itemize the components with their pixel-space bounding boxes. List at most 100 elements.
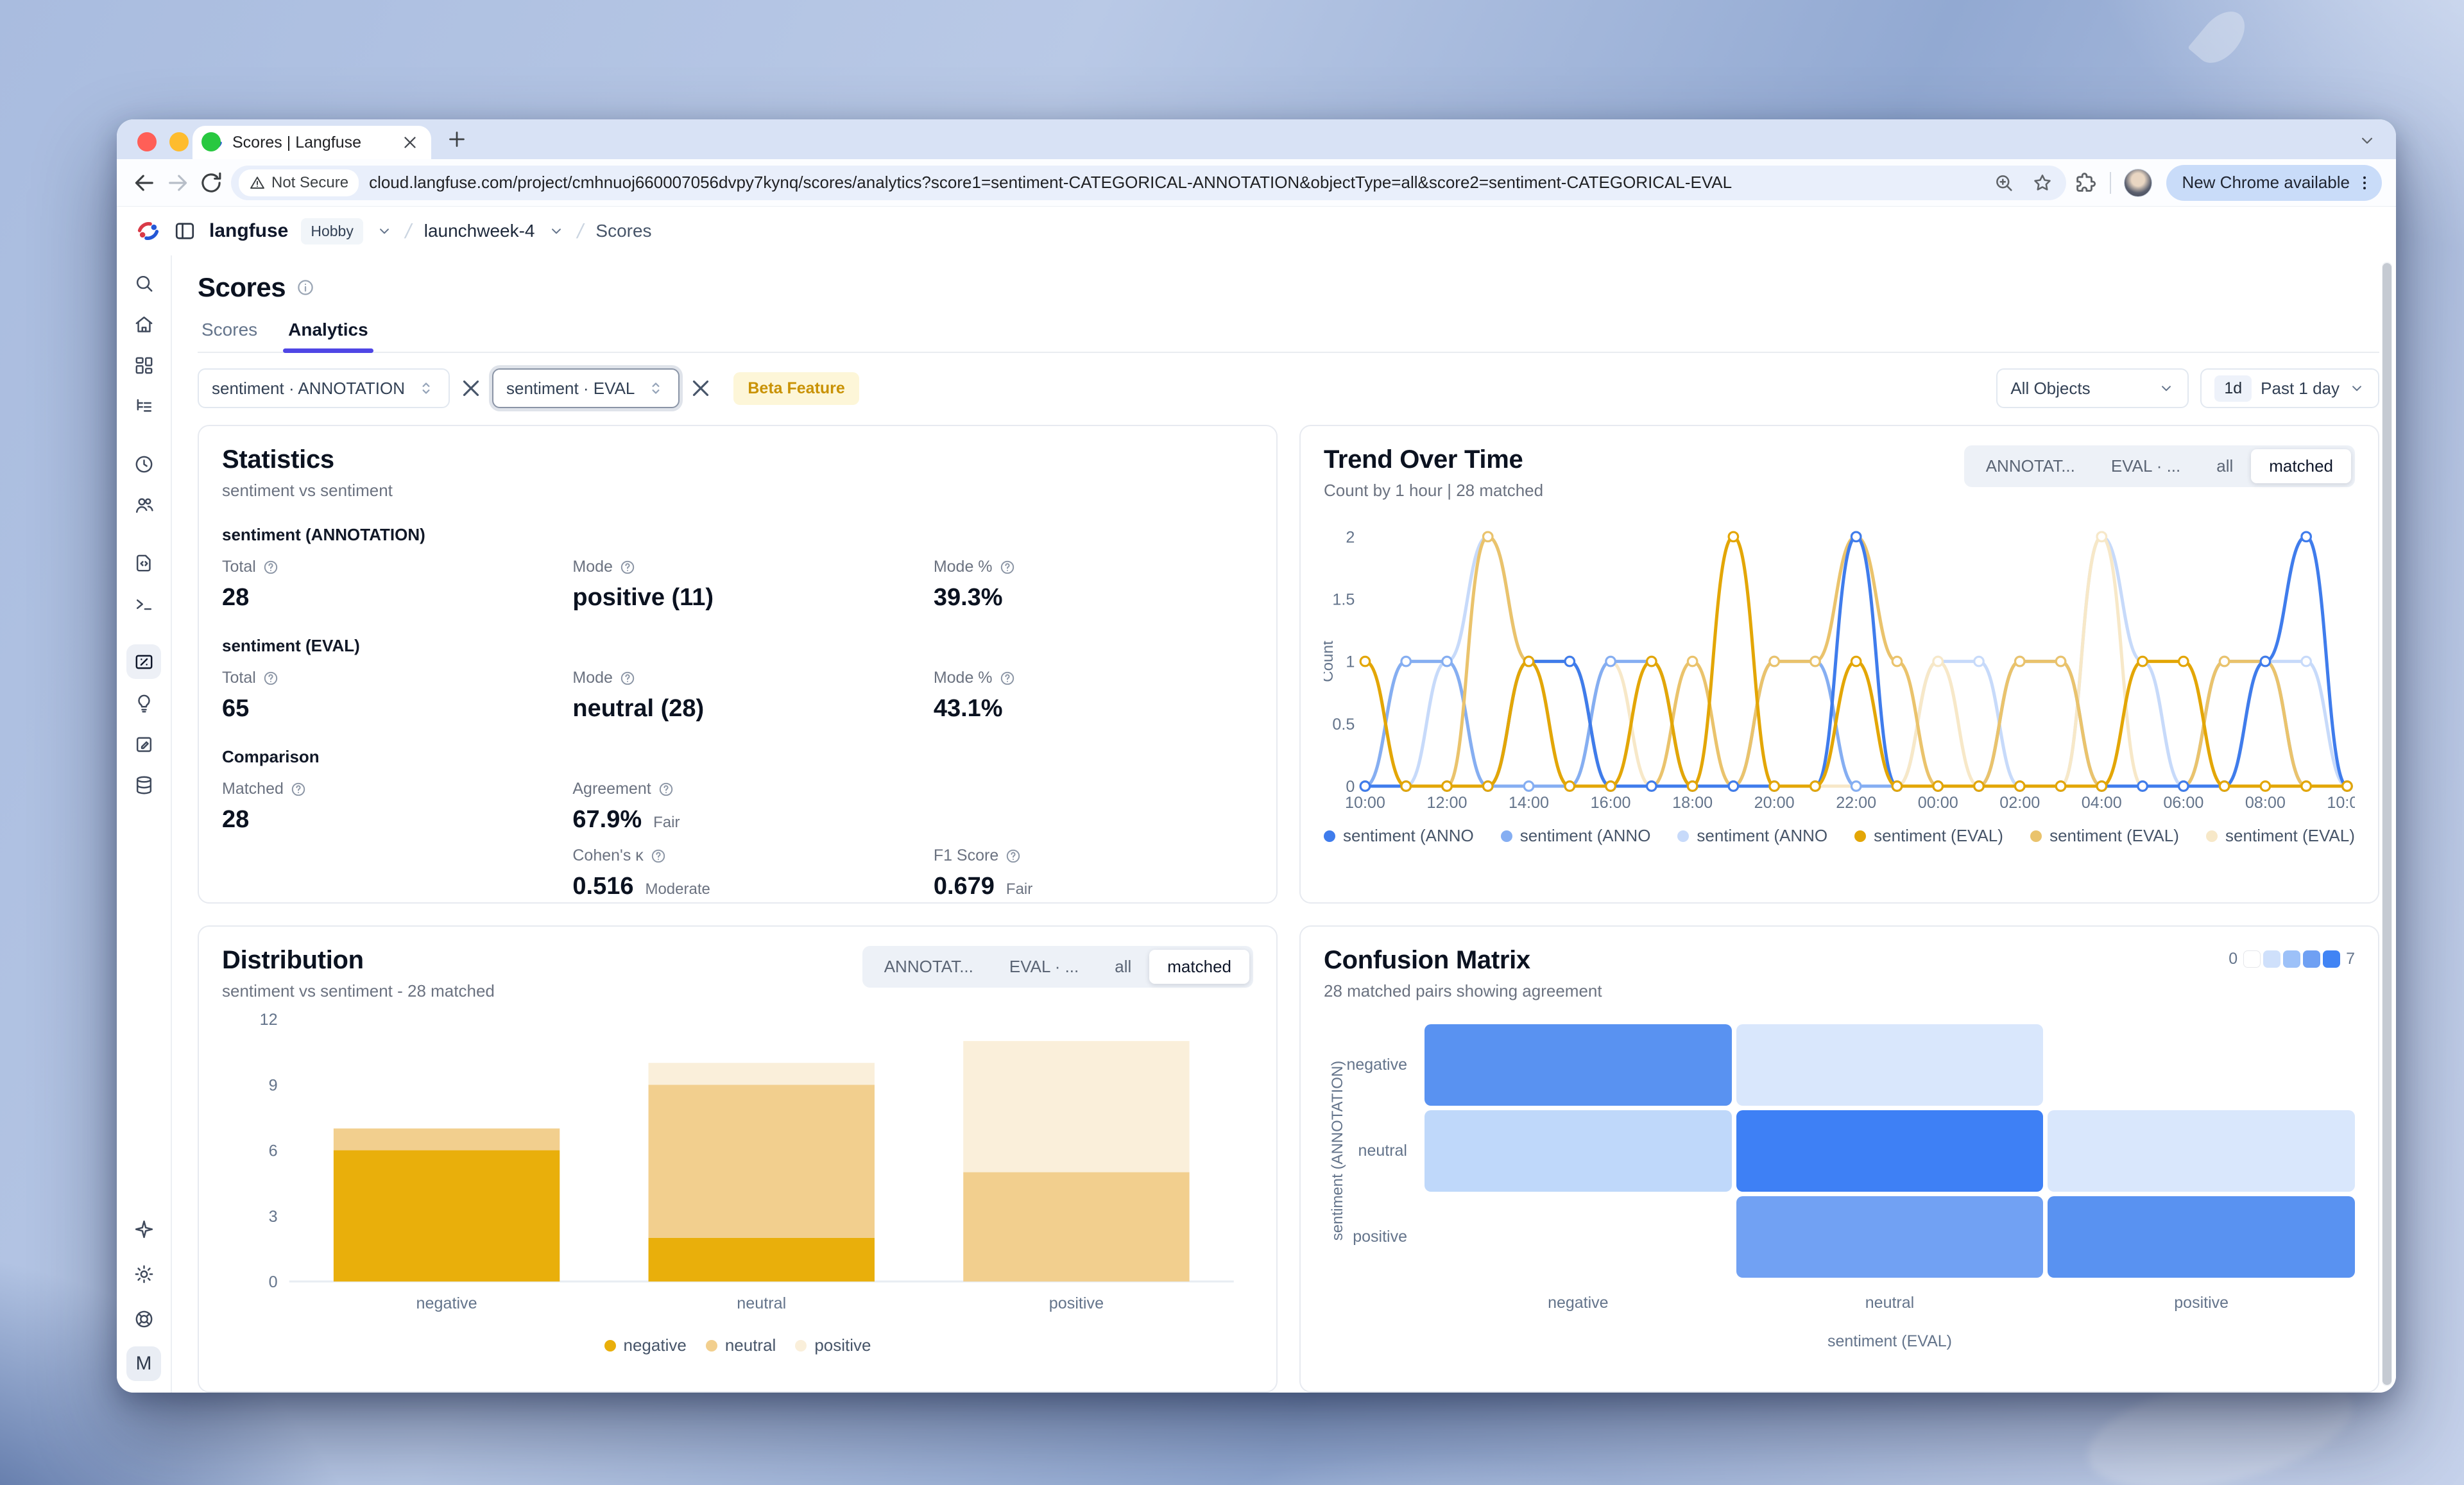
score2-select[interactable]: sentiment · EVAL bbox=[492, 368, 680, 408]
settings-icon bbox=[133, 1264, 155, 1285]
tab-scores[interactable]: Scores bbox=[201, 320, 257, 352]
date-range-select[interactable]: 1d Past 1 day bbox=[2200, 368, 2379, 408]
stat-section-heading: Comparison bbox=[222, 747, 1253, 767]
sidebar-item-home[interactable] bbox=[126, 307, 161, 341]
confusion-cell-neutral-negative bbox=[1425, 1110, 1732, 1192]
score1-select[interactable]: sentiment · ANNOTATION bbox=[198, 368, 450, 408]
help-icon[interactable] bbox=[290, 781, 307, 798]
help-icon[interactable] bbox=[999, 559, 1016, 576]
sidebar-item-scores[interactable] bbox=[126, 644, 161, 679]
scale-swatches bbox=[2243, 950, 2340, 968]
legend-item-eval-positive: sentiment (EVAL)... bbox=[2206, 826, 2355, 846]
remove-score1-icon[interactable] bbox=[458, 375, 484, 402]
help-icon[interactable] bbox=[999, 670, 1016, 687]
sidebar-item-search[interactable] bbox=[126, 266, 161, 300]
user-avatar[interactable]: M bbox=[126, 1346, 161, 1381]
chevron-down-icon bbox=[2158, 380, 2175, 397]
svg-text:1: 1 bbox=[1346, 653, 1355, 671]
stat-section-heading: sentiment (EVAL) bbox=[222, 636, 1253, 656]
legend-dot bbox=[2030, 830, 2042, 842]
toggle-annotat[interactable]: ANNOTAT... bbox=[866, 950, 991, 984]
help-icon[interactable] bbox=[658, 781, 674, 798]
maximize-window-button[interactable] bbox=[201, 132, 221, 151]
legend-item-annotation-neutral: sentiment (ANNO... bbox=[1501, 826, 1651, 846]
spacer-cell bbox=[1324, 1282, 1420, 1312]
tab-analytics[interactable]: Analytics bbox=[288, 320, 368, 352]
help-icon[interactable] bbox=[619, 559, 636, 576]
new-tab-button[interactable] bbox=[445, 128, 468, 151]
toggle-matched[interactable]: matched bbox=[2251, 449, 2351, 483]
breadcrumb-separator: / bbox=[575, 219, 586, 243]
help-icon[interactable] bbox=[1005, 848, 1022, 864]
help-icon[interactable] bbox=[619, 670, 636, 687]
reload-button[interactable] bbox=[198, 169, 225, 196]
sidebar-group bbox=[126, 447, 161, 522]
sidebar-item-prompts[interactable] bbox=[126, 545, 161, 580]
tab-search-icon[interactable] bbox=[2357, 131, 2377, 150]
confusion-cell-positive-positive bbox=[2048, 1196, 2355, 1278]
sidebar-item-tracing[interactable] bbox=[126, 389, 161, 424]
info-icon[interactable] bbox=[296, 278, 315, 297]
browser-tab[interactable]: Scores | Langfuse bbox=[193, 126, 431, 159]
chevron-up-down-icon bbox=[416, 379, 436, 398]
distribution-subtitle: sentiment vs sentiment - 28 matched bbox=[222, 981, 495, 1001]
confusion-x-axis-label: sentiment (EVAL) bbox=[1425, 1332, 2355, 1351]
remove-score2-icon[interactable] bbox=[687, 375, 714, 402]
confusion-cell-negative-negative bbox=[1425, 1024, 1732, 1106]
confusion-title: Confusion Matrix bbox=[1324, 946, 1602, 975]
svg-text:22:00: 22:00 bbox=[1836, 794, 1876, 812]
stat-block: Agreement67.9%Fair bbox=[572, 780, 933, 834]
chevron-up-down-icon bbox=[646, 379, 665, 398]
browser-menu-icon[interactable] bbox=[2355, 173, 2374, 193]
support-icon bbox=[133, 1309, 155, 1330]
confusion-cell-negative-neutral bbox=[1736, 1024, 2044, 1106]
breadcrumb-project[interactable]: launchweek-4 bbox=[424, 221, 535, 241]
svg-text:10:00: 10:00 bbox=[1345, 794, 1385, 812]
profile-avatar[interactable] bbox=[2124, 169, 2152, 197]
org-name[interactable]: langfuse bbox=[209, 220, 288, 242]
chrome-update-button[interactable]: New Chrome available bbox=[2166, 165, 2382, 201]
zoom-icon[interactable] bbox=[1993, 172, 2015, 194]
help-icon[interactable] bbox=[262, 670, 279, 687]
object-type-select[interactable]: All Objects bbox=[1996, 368, 2189, 408]
extensions-puzzle-icon[interactable] bbox=[2073, 171, 2097, 195]
forward-button[interactable] bbox=[164, 169, 191, 196]
stat-value: 28 bbox=[222, 584, 572, 612]
help-icon[interactable] bbox=[650, 848, 667, 864]
help-icon[interactable] bbox=[262, 559, 279, 576]
sidebar-item-users[interactable] bbox=[126, 488, 161, 522]
site-security-chip[interactable]: Not Secure bbox=[239, 169, 359, 196]
sidebar-item-settings[interactable] bbox=[126, 1257, 161, 1291]
org-switcher-chevron-icon[interactable] bbox=[376, 223, 393, 239]
svg-text:positive: positive bbox=[1049, 1294, 1104, 1312]
filter-bar: sentiment · ANNOTATION sentiment · EVAL … bbox=[198, 368, 2379, 408]
sidebar-item-datasets[interactable] bbox=[126, 768, 161, 802]
stat-value: 0.679Fair bbox=[934, 873, 1253, 900]
back-button[interactable] bbox=[131, 169, 158, 196]
datasets-icon bbox=[133, 775, 155, 796]
bookmark-star-icon[interactable] bbox=[2032, 172, 2053, 194]
svg-text:20:00: 20:00 bbox=[1754, 794, 1795, 812]
sidebar-item-dashboard[interactable] bbox=[126, 348, 161, 382]
sidebar-item-playground[interactable] bbox=[126, 587, 161, 621]
toggle-all[interactable]: all bbox=[1097, 950, 1149, 984]
close-window-button[interactable] bbox=[137, 132, 157, 151]
scrollbar-thumb[interactable] bbox=[2383, 263, 2391, 1385]
sidebar-item-support[interactable] bbox=[126, 1301, 161, 1336]
toggle-matched[interactable]: matched bbox=[1149, 950, 1249, 984]
stat-block: Matched28 bbox=[222, 780, 572, 834]
minimize-window-button[interactable] bbox=[169, 132, 189, 151]
sidebar-item-sessions[interactable] bbox=[126, 447, 161, 481]
toggle-all[interactable]: all bbox=[2198, 449, 2251, 483]
close-tab-icon[interactable] bbox=[400, 133, 420, 152]
sidebar-toggle-icon[interactable] bbox=[173, 219, 196, 243]
address-bar[interactable]: Not Secure cloud.langfuse.com/project/cm… bbox=[231, 166, 2066, 200]
project-switcher-chevron-icon[interactable] bbox=[548, 223, 565, 239]
sidebar-item-upgrade-sparkle[interactable] bbox=[126, 1212, 161, 1246]
sidebar-item-evaluation[interactable] bbox=[126, 685, 161, 720]
toggle-eval[interactable]: EVAL · ... bbox=[2093, 449, 2198, 483]
confusion-cell-positive-negative bbox=[1425, 1196, 1732, 1278]
sidebar-item-annotation[interactable] bbox=[126, 726, 161, 761]
toggle-annotat[interactable]: ANNOTAT... bbox=[1968, 449, 2093, 483]
toggle-eval[interactable]: EVAL · ... bbox=[991, 950, 1097, 984]
